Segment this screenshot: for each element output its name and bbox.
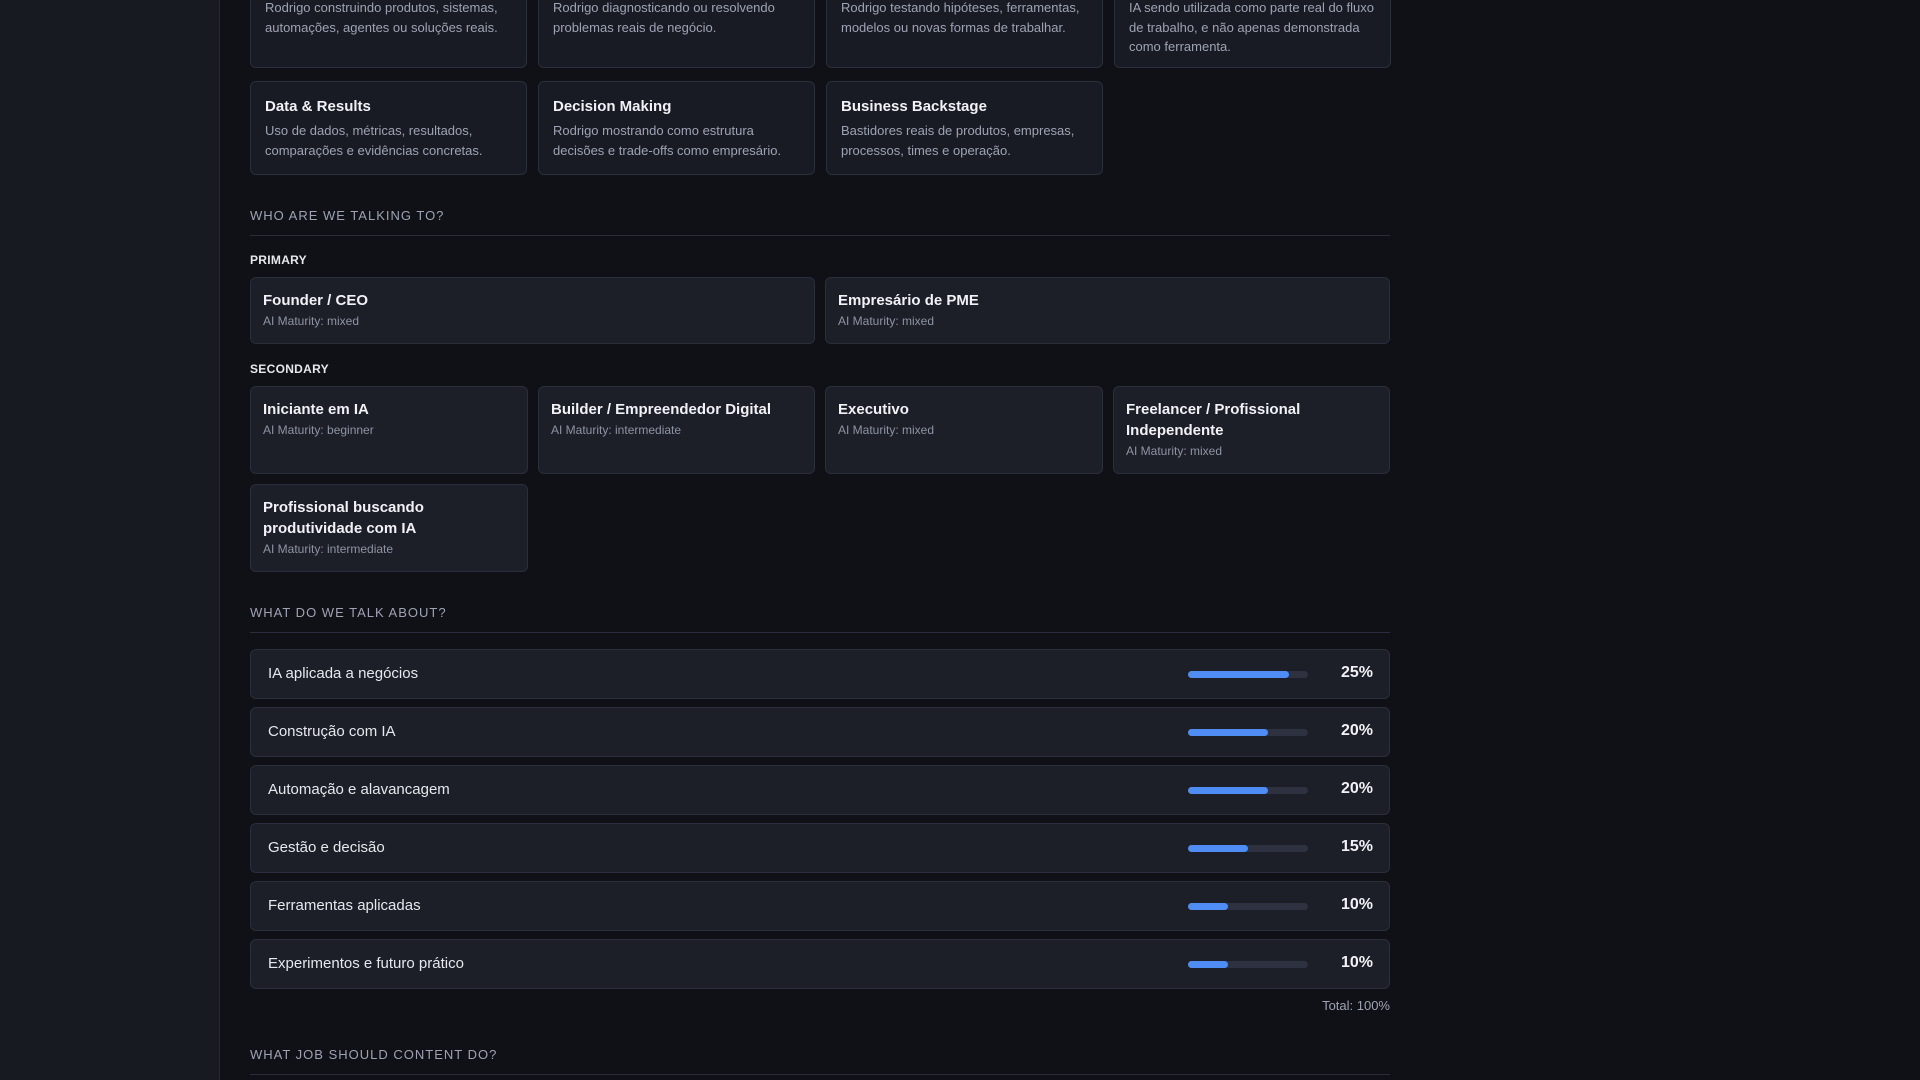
pillar-desc: Bastidores reais de produtos, empresas, …: [841, 123, 1075, 158]
topic-progress-fill: [1188, 671, 1289, 678]
topic-percentage: 20%: [1340, 722, 1373, 739]
audience-name: Iniciante em IA: [263, 401, 369, 418]
topic-percentage: 10%: [1340, 954, 1373, 971]
topic-label: Automação e alavancagem: [268, 781, 450, 798]
audience-maturity: AI Maturity: mixed: [263, 314, 360, 328]
topic-progress-bar: [1188, 729, 1308, 736]
topic-progress-bar: [1188, 787, 1308, 794]
topic-percentage: 25%: [1340, 664, 1373, 681]
topic-row: Construção com IA 20%: [250, 707, 1390, 757]
pillar-card: Rodrigo diagnosticando ou resolvendo pro…: [538, 0, 815, 68]
topic-progress-fill: [1188, 961, 1228, 968]
topic-row: IA aplicada a negócios 25%: [250, 649, 1390, 699]
topic-progress-bar: [1188, 671, 1308, 678]
audience-name: Builder / Empreendedor Digital: [551, 401, 772, 418]
audience-card-secondary[interactable]: Profissional buscando produtividade com …: [250, 484, 528, 572]
topic-progress-bar: [1188, 961, 1308, 968]
audience-card-secondary[interactable]: Executivo AI Maturity: mixed: [825, 386, 1103, 474]
primary-label: PRIMARY: [250, 253, 307, 267]
topic-progress-bar: [1188, 845, 1308, 852]
topic-label: Construção com IA: [268, 723, 396, 740]
topics-total: Total: 100%: [1322, 998, 1390, 1013]
topic-progress-fill: [1188, 729, 1269, 736]
audience-maturity: AI Maturity: intermediate: [551, 423, 682, 437]
secondary-label: SECONDARY: [250, 362, 329, 376]
audience-card-primary[interactable]: Empresário de PME AI Maturity: mixed: [825, 277, 1390, 344]
pillar-title: Decision Making: [553, 98, 672, 115]
audience-name: Empresário de PME: [838, 292, 979, 309]
topic-row: Gestão e decisão 15%: [250, 823, 1390, 873]
pillar-title: Business Backstage: [841, 98, 987, 115]
pillar-card: Decision Making Rodrigo mostrando como e…: [538, 81, 815, 175]
audience-name: Profissional buscando produtividade com …: [263, 499, 424, 537]
pillar-card: Rodrigo construindo produtos, sistemas, …: [250, 0, 527, 68]
topic-percentage: 15%: [1340, 838, 1373, 855]
audience-maturity: AI Maturity: mixed: [838, 314, 935, 328]
topic-progress-fill: [1188, 845, 1248, 852]
pillar-card: IA sendo utilizada como parte real do fl…: [1114, 0, 1391, 68]
topic-progress-fill: [1188, 787, 1269, 794]
topic-label: Ferramentas aplicadas: [268, 897, 421, 914]
section-title-audience: WHO ARE WE TALKING TO?: [250, 208, 1390, 236]
section-title-topics: WHAT DO WE TALK ABOUT?: [250, 605, 1390, 633]
audience-card-secondary[interactable]: Iniciante em IA AI Maturity: beginner: [250, 386, 528, 474]
audience-name: Founder / CEO: [263, 292, 368, 309]
pillar-desc: Uso de dados, métricas, resultados, comp…: [265, 123, 483, 158]
pillar-title: Data & Results: [265, 98, 371, 115]
audience-name: Freelancer / Profissional Independente: [1126, 401, 1301, 439]
topic-row: Ferramentas aplicadas 10%: [250, 881, 1390, 931]
topic-row: Experimentos e futuro prático 10%: [250, 939, 1390, 989]
pillar-desc: Rodrigo diagnosticando ou resolvendo pro…: [553, 0, 775, 35]
audience-maturity: AI Maturity: mixed: [1126, 444, 1223, 458]
topic-label: IA aplicada a negócios: [268, 665, 419, 682]
audience-maturity: AI Maturity: intermediate: [263, 542, 394, 556]
topic-progress-bar: [1188, 903, 1308, 910]
pillar-card: Rodrigo testando hipóteses, ferramentas,…: [826, 0, 1103, 68]
audience-name: Executivo: [838, 401, 909, 418]
audience-card-secondary[interactable]: Freelancer / Profissional Independente A…: [1113, 386, 1390, 474]
pillar-card: Business Backstage Bastidores reais de p…: [826, 81, 1103, 175]
topic-percentage: 10%: [1340, 896, 1373, 913]
main-content: Rodrigo construindo produtos, sistemas, …: [250, 0, 1391, 1080]
section-title-jobs: WHAT JOB SHOULD CONTENT DO?: [250, 1047, 1390, 1075]
pillar-desc: Rodrigo testando hipóteses, ferramentas,…: [841, 0, 1080, 35]
audience-card-secondary[interactable]: Builder / Empreendedor Digital AI Maturi…: [538, 386, 815, 474]
pillar-desc: Rodrigo construindo produtos, sistemas, …: [265, 0, 498, 35]
audience-maturity: AI Maturity: mixed: [838, 423, 935, 437]
audience-card-primary[interactable]: Founder / CEO AI Maturity: mixed: [250, 277, 815, 344]
audience-maturity: AI Maturity: beginner: [263, 423, 374, 437]
topic-row: Automação e alavancagem 20%: [250, 765, 1390, 815]
topic-progress-fill: [1188, 903, 1228, 910]
pillar-desc: IA sendo utilizada como parte real do fl…: [1129, 0, 1374, 54]
sidebar: [0, 0, 220, 1080]
topic-label: Experimentos e futuro prático: [268, 955, 464, 972]
topic-percentage: 20%: [1340, 780, 1373, 797]
pillar-desc: Rodrigo mostrando como estrutura decisõe…: [553, 123, 782, 158]
pillar-card: Data & Results Uso de dados, métricas, r…: [250, 81, 527, 175]
topic-label: Gestão e decisão: [268, 839, 385, 856]
